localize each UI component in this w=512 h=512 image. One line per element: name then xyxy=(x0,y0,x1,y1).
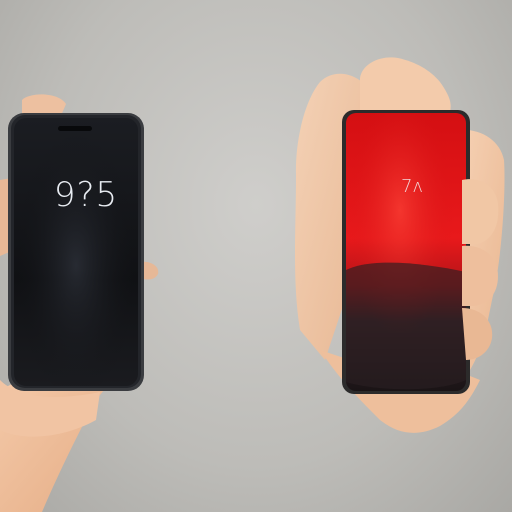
scene-drawing xyxy=(0,57,505,512)
left-phone-clock: 9?5 xyxy=(53,175,119,215)
right-phone-clock: 7ʌ xyxy=(400,176,424,197)
left-phone xyxy=(8,113,144,391)
right-phone xyxy=(342,110,470,394)
photo-scene: 9?5 7ʌ xyxy=(0,0,512,512)
right-hand-fingers xyxy=(462,179,499,360)
